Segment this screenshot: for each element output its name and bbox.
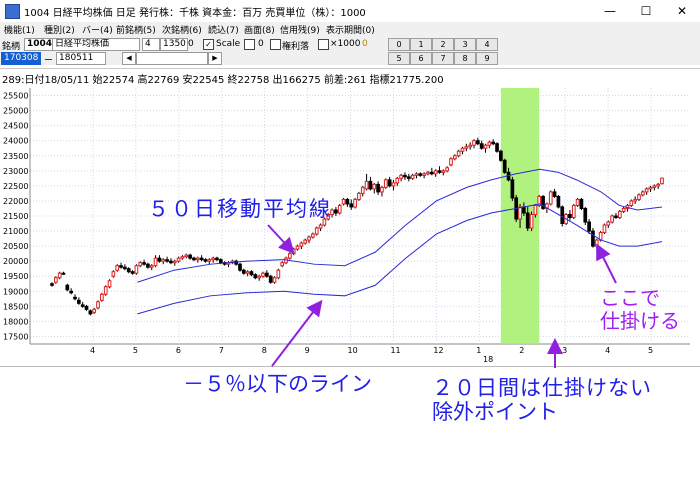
lower-line-arrow (271, 299, 323, 367)
annotation-arrows (267, 224, 617, 368)
ma-arrow (267, 224, 295, 254)
entry-arrow (596, 243, 617, 284)
